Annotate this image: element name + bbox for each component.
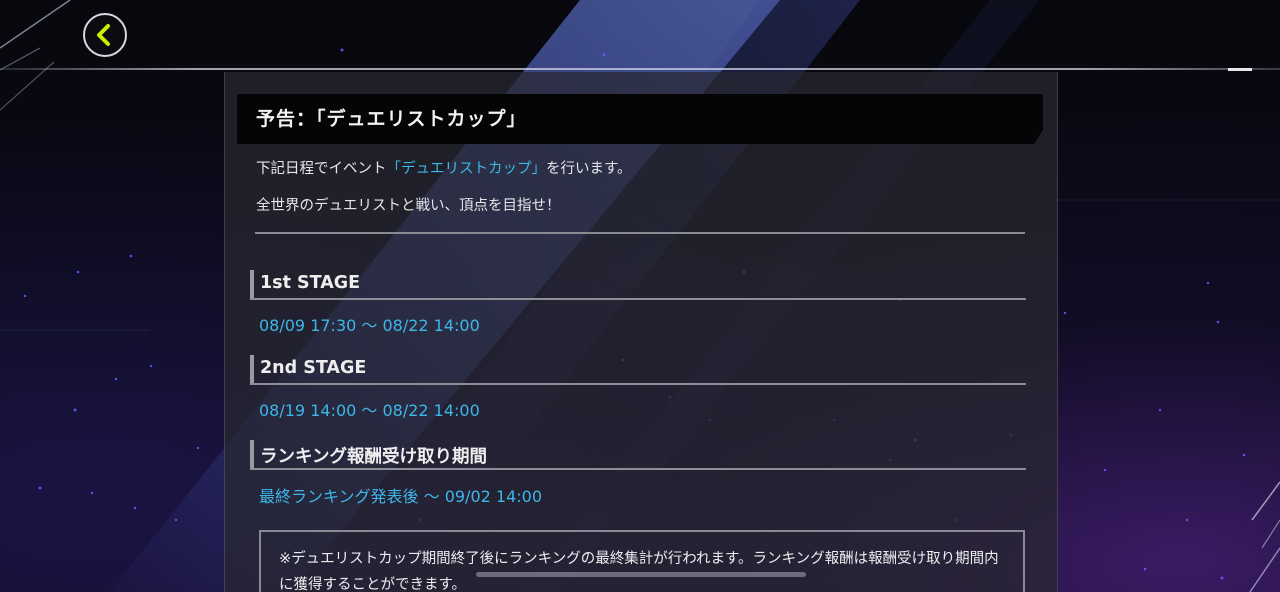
intro-line-1: 下記日程でイベント「デュエリストカップ」を行います。 [256, 157, 632, 178]
section-value-reward-period: 最終ランキング発表後 ～ 09/02 14:00 [259, 487, 542, 506]
section-value-1st-stage: 08/09 17:30 ～ 08/22 14:00 [259, 316, 480, 335]
section-header-reward-period: ランキング報酬受け取り期間 [250, 440, 1026, 470]
section-header-2nd-stage: 2nd STAGE [250, 355, 1026, 385]
section-label: 2nd STAGE [260, 358, 367, 378]
intro-suffix: を行います。 [546, 161, 632, 177]
note-text: ※デュエリストカップ期間終了後にランキングの最終集計が行われます。ランキング報酬… [279, 551, 999, 592]
scrollbar[interactable] [476, 572, 806, 577]
intro-divider [255, 232, 1025, 234]
notice-title: 予告：「デュエリストカップ」 [256, 108, 527, 130]
header-divider-accent [1228, 68, 1252, 71]
event-name-highlight: 「デュエリストカップ」 [386, 161, 547, 177]
section-label: 1st STAGE [260, 273, 361, 293]
header-divider [0, 68, 1280, 70]
section-value-2nd-stage: 08/19 14:00 ～ 08/22 14:00 [259, 401, 480, 420]
section-label: ランキング報酬受け取り期間 [260, 447, 487, 467]
event-notice-screen: 予告：「デュエリストカップ」 下記日程でイベント「デュエリストカップ」を行います… [0, 0, 1280, 592]
chevron-left-icon [97, 24, 110, 46]
note-box: ※デュエリストカップ期間終了後にランキングの最終集計が行われます。ランキング報酬… [259, 530, 1025, 592]
intro-prefix: 下記日程でイベント [256, 161, 387, 177]
intro-line-2: 全世界のデュエリストと戦い、頂点を目指せ！ [256, 198, 561, 214]
back-button[interactable] [83, 13, 127, 57]
section-header-1st-stage: 1st STAGE [250, 270, 1026, 300]
